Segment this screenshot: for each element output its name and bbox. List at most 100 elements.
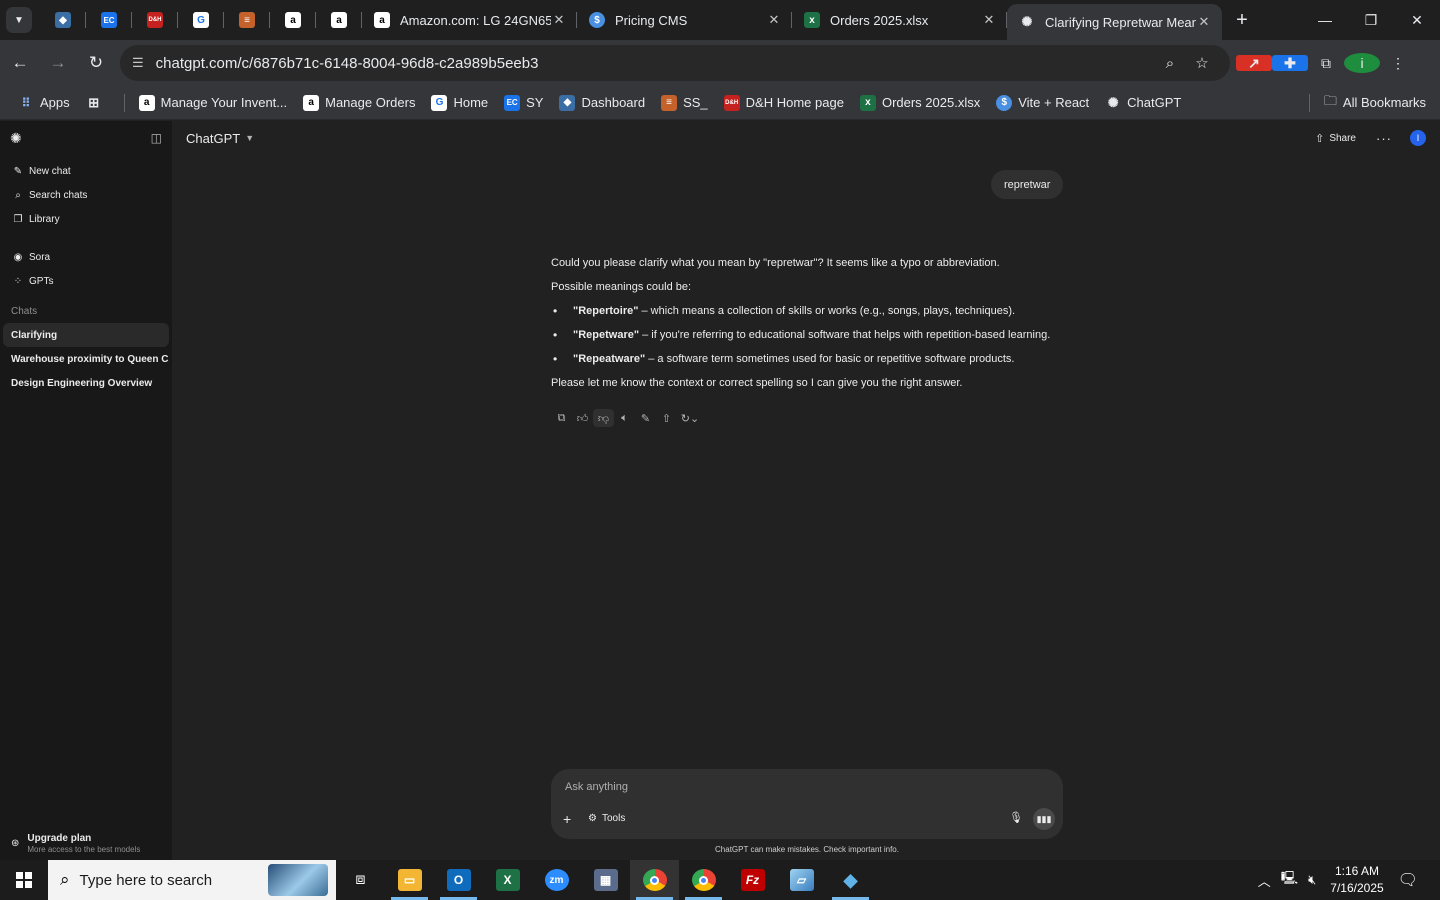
close-icon[interactable]: ✕ [766,12,782,28]
notifications-icon[interactable]: 🗨︎ [1398,870,1418,890]
pinned-tab[interactable]: a [316,0,362,40]
microphone-icon[interactable]: 🎙︎ [1009,811,1023,824]
url-text[interactable]: chatgpt.com/c/6876b71c-6148-8004-96d8-c2… [156,55,1154,72]
assistant-possible: Possible meanings could be: [551,281,692,293]
site-info-icon[interactable]: ☰ [132,55,144,71]
taskbar-app-notes[interactable]: ▱ [777,860,826,900]
taskbar-app-outlook[interactable]: O [434,860,483,900]
tools-label: Tools [601,813,626,824]
bookmark-home[interactable]: G Home [431,94,488,111]
taskbar-search[interactable]: ⌕ Type here to search [48,860,336,900]
taskbar-app-explorer[interactable]: ▭ [385,860,434,900]
bookmark-ss[interactable]: ≡ SS_ [661,94,708,111]
voice-mode-button[interactable]: ▮▮▮ [1033,808,1055,830]
pinned-tab[interactable]: a [270,0,316,40]
edit-in-canvas-icon[interactable]: ✎ [635,409,656,427]
bookmark-sy[interactable]: EC SY [504,94,543,111]
avatar[interactable]: I [1410,130,1426,146]
chat-item[interactable]: Warehouse proximity to Queen C... [3,347,169,371]
upgrade-plan-button[interactable]: ⊛ Upgrade plan More access to the best m… [0,833,151,854]
back-button[interactable]: ← [2,45,38,81]
extensions-icon[interactable]: ⧉ [1308,55,1344,72]
sidebar-item-search-chats[interactable]: ⌕ Search chats [0,183,172,207]
chrome-icon [691,869,716,891]
upgrade-subtitle: More access to the best models [27,845,141,854]
taskbar-app-zoom[interactable]: zm [532,860,581,900]
close-icon[interactable]: ✕ [551,12,567,28]
bookmark-orders-xlsx[interactable]: x Orders 2025.xlsx [859,94,981,111]
chevron-down-icon: ▼ [245,133,255,143]
minimize-icon[interactable]: — [1302,0,1348,40]
share-icon[interactable]: ⇧ [656,409,677,427]
extension-blue-icon[interactable]: ✚ [1272,55,1308,71]
arrow-left-icon: ← [11,53,29,72]
taskbar-app-filezilla[interactable]: Fz [728,860,777,900]
tab-chatgpt[interactable]: ✺ Clarifying Repretwar Meani ✕ [1007,4,1222,40]
taskbar-app-calculator[interactable]: ▦ [581,860,630,900]
sidebar-item-sora[interactable]: ◉ Sora [0,245,172,269]
bookmark-label: Orders 2025.xlsx [881,95,981,110]
new-tab-button[interactable]: + [1222,9,1262,32]
openai-logo-icon[interactable]: ✺ [10,130,22,147]
bookmark-dh-home[interactable]: D&H D&H Home page [723,94,844,111]
regenerate-icon[interactable]: ↻⌄ [677,409,703,427]
restore-icon[interactable]: ❐ [1348,0,1394,40]
pinned-tab[interactable]: EC [86,0,132,40]
prompt-input[interactable] [565,781,1045,793]
thumbs-down-icon[interactable]: 👎︎ [593,409,614,427]
bookmark-chatgpt[interactable]: ✺ ChatGPT [1105,95,1182,111]
chevron-up-icon[interactable]: ︿ [1258,871,1271,890]
extension-red-icon[interactable]: ↗ [1236,55,1272,71]
bookmark-manage-inventory[interactable]: a Manage Your Invent... [138,94,287,111]
model-selector[interactable]: ChatGPT ▼ [186,131,254,146]
clock[interactable]: 1:16 AM 7/16/2025 [1330,863,1383,897]
tab-search-button[interactable]: ▼ [6,7,32,33]
sidebar-item-new-chat[interactable]: ✎ New chat [0,159,172,183]
all-bookmarks[interactable]: 🗀 All Bookmarks [1308,92,1426,114]
chat-item[interactable]: Clarifying [3,323,169,347]
address-bar[interactable]: ☰ chatgpt.com/c/6876b71c-6148-8004-96d8-… [120,45,1230,81]
start-button[interactable] [0,860,48,900]
copy-icon[interactable]: ⧉ [551,409,572,427]
chat-item[interactable]: Design Engineering Overview [3,371,169,395]
bookmark-dashboard[interactable]: ◆ Dashboard [559,94,645,111]
task-view-button[interactable]: ⧈ [336,860,385,900]
pinned-tab[interactable]: G [178,0,224,40]
taskbar-app-excel[interactable]: X [483,860,532,900]
reload-button[interactable]: ↻ [78,45,114,81]
tools-button[interactable]: ⚙ Tools [588,813,625,824]
tab-amazon[interactable]: a Amazon.com: LG 24GN650 ✕ [362,0,577,40]
pinned-tab[interactable]: ◆ [40,0,86,40]
volume-muted-icon[interactable]: 🔇︎ [1308,872,1316,888]
bookmark-tab-groups[interactable]: ⊞ [86,95,108,111]
pinned-tab[interactable]: D&H [132,0,178,40]
read-aloud-icon[interactable]: 🔈︎ [614,409,635,427]
bookmark-vite-react[interactable]: $ Vite + React [996,94,1089,111]
profile-button[interactable]: i [1344,53,1380,73]
tab-pricing-cms[interactable]: $ Pricing CMS ✕ [577,0,792,40]
zoom-icon[interactable]: ⌕ [1154,55,1186,72]
tab-orders-xlsx[interactable]: x Orders 2025.xlsx ✕ [792,0,1007,40]
taskbar-app-chrome[interactable] [630,860,679,900]
taskbar-app-diamond[interactable]: ◆ [826,860,875,900]
plus-icon[interactable]: + [563,811,571,827]
menu-icon[interactable]: ⋮ [1380,55,1416,72]
sidebar-item-gpts[interactable]: ⁘ GPTs [0,269,172,293]
close-window-icon[interactable]: ✕ [1394,0,1440,40]
more-options-icon[interactable]: ··· [1376,131,1392,146]
window-controls: — ❐ ✕ [1302,0,1440,40]
star-icon[interactable]: ☆ [1186,54,1218,72]
close-icon[interactable]: ✕ [981,12,997,28]
bookmark-apps[interactable]: ⠿ Apps [18,95,70,111]
sidebar-toggle-icon[interactable]: ◫ [151,131,162,145]
sidebar-item-library[interactable]: ❐ Library [0,207,172,231]
pinned-tab[interactable]: ≡ [224,0,270,40]
forward-button[interactable]: → [40,45,76,81]
network-icon[interactable]: 🖳 [1281,869,1298,891]
bookmark-manage-orders[interactable]: a Manage Orders [303,94,415,111]
thumbs-up-icon[interactable]: 👍︎ [572,409,593,427]
taskbar-app-chrome-2[interactable] [679,860,728,900]
close-icon[interactable]: ✕ [1196,14,1212,30]
grid-icon: ⁘ [13,275,23,287]
share-button[interactable]: ⇧ Share [1315,132,1356,145]
